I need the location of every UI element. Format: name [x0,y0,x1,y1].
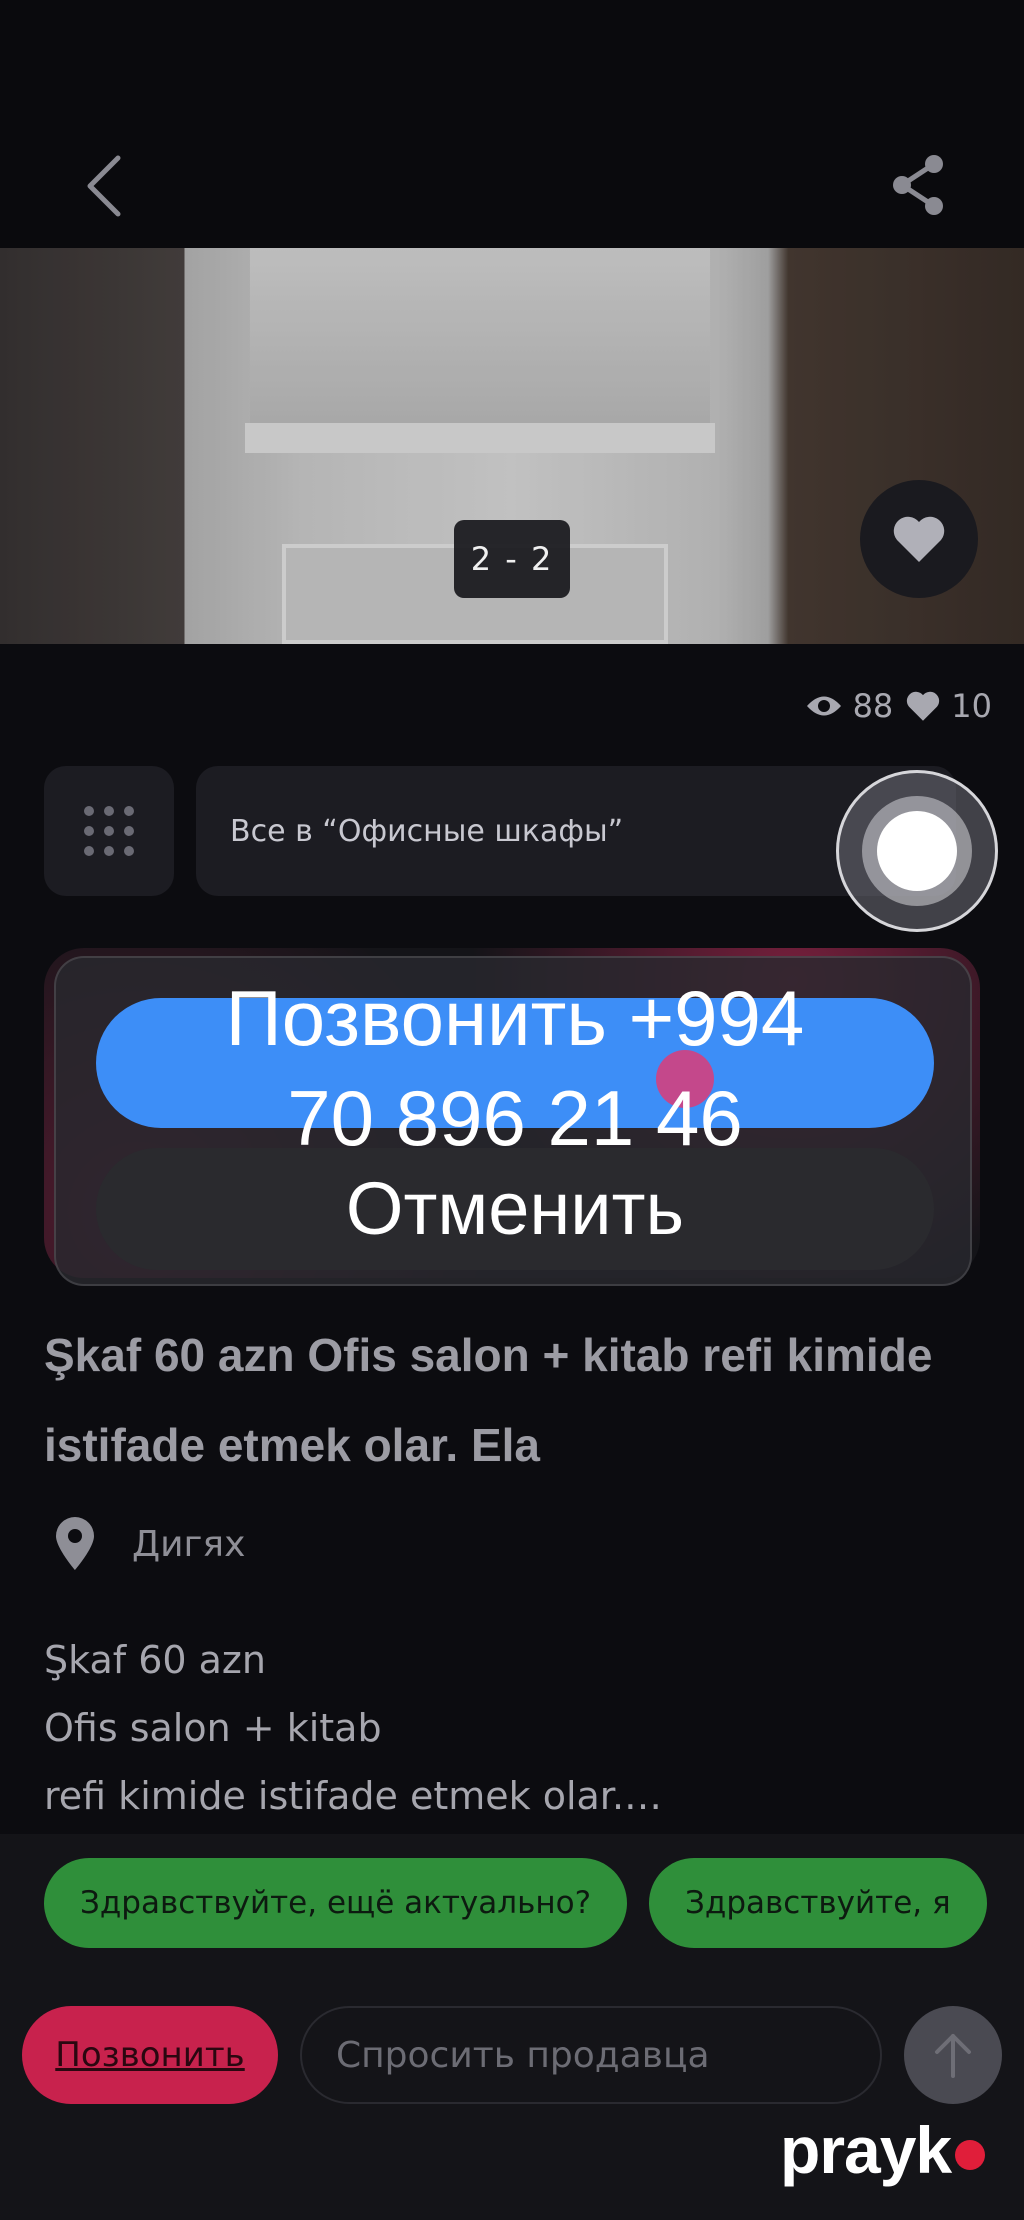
watermark-logo: prayk [780,2110,986,2190]
quick-replies: Здравствуйте, ещё актуально? Здравствуйт… [44,1858,1024,1948]
assistive-touch-ring [862,796,972,906]
location-label: Дигях [132,1523,246,1565]
eye-icon [806,696,841,716]
listing-description[interactable]: Şkaf 60 azn Ofis salon + kitab refi kimi… [44,1626,984,1830]
share-icon [893,155,943,215]
favorite-button[interactable] [860,480,978,598]
heart-icon [907,691,940,721]
assistive-touch-button[interactable] [836,770,998,932]
quick-reply-chip[interactable]: Здравствуйте, ещё актуально? [44,1858,628,1948]
quick-reply-chip[interactable]: Здравствуйте, я [649,1858,987,1948]
send-button[interactable] [904,2006,1002,2104]
call-confirm-dialog: Позвонить +994 70 896 21 46 Отменить [54,956,972,1286]
listing-title: Şkaf 60 azn Ofis salon + kitab refi kimi… [44,1329,933,1471]
grid-icon [84,806,134,856]
watermark-text: prayk [780,2113,952,2187]
catalog-button[interactable] [44,766,174,896]
ask-seller-input[interactable] [300,2006,882,2104]
cancel-label: Отменить [345,1167,685,1250]
call-number-label: Позвонить +994 70 896 21 46 [225,974,805,1162]
listing-stats: 88 10 [756,682,992,730]
likes-count: 10 [951,687,992,725]
category-label: Все в “Офисные шкафы” [230,813,624,849]
views-count: 88 [852,687,894,725]
watermark-dot [955,2140,986,2170]
listing-location: Дигях [52,1516,245,1572]
heart-icon [893,516,945,562]
call-button[interactable]: Позвонить [22,2006,278,2104]
location-pin-icon [56,1517,94,1570]
assistive-touch-dot [877,811,957,891]
share-button[interactable] [888,152,950,218]
back-button[interactable] [78,150,134,222]
arrow-up-icon [935,2034,971,2078]
photo-counter: 2 - 2 [454,520,570,598]
chevron-left-icon [87,155,121,217]
top-bar [0,0,1024,248]
